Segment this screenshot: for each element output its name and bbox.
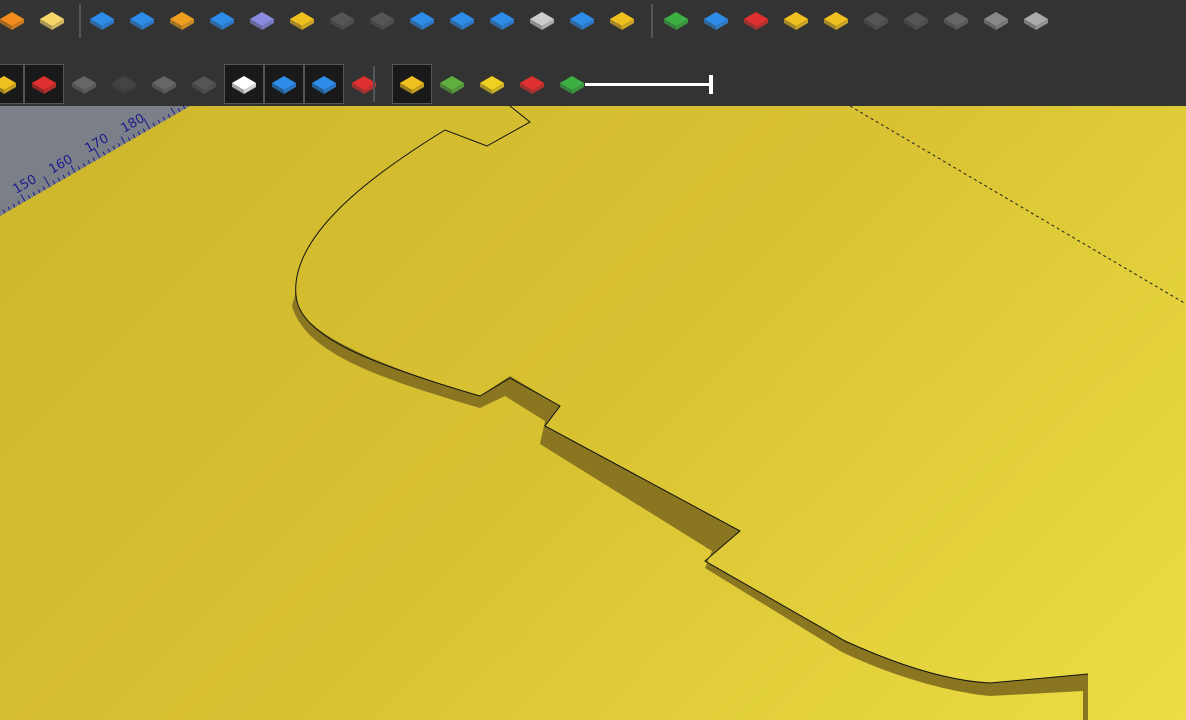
fillet-icon bbox=[410, 12, 434, 30]
hole-icon bbox=[250, 12, 274, 30]
disabled-small-hole-button[interactable] bbox=[366, 4, 398, 36]
slider-handle[interactable] bbox=[709, 75, 713, 94]
layer-red-button[interactable] bbox=[348, 68, 380, 100]
dashed-edge bbox=[849, 106, 1186, 305]
gear-check-button[interactable] bbox=[740, 4, 772, 36]
point-icon bbox=[1024, 12, 1048, 30]
screw-icon bbox=[530, 12, 554, 30]
layer-outline-icon bbox=[312, 76, 336, 94]
layer-stack-icon bbox=[610, 12, 634, 30]
yellow-plate-button[interactable] bbox=[392, 64, 432, 104]
joystick-icon bbox=[192, 76, 216, 94]
transparency-slider[interactable] bbox=[585, 75, 713, 94]
grid-pocket-icon bbox=[170, 12, 194, 30]
clock-page-button[interactable] bbox=[224, 64, 264, 104]
pad-icon bbox=[90, 12, 114, 30]
shapes-icon bbox=[440, 76, 464, 94]
arc-icon bbox=[944, 12, 968, 30]
fillet-button[interactable] bbox=[406, 4, 438, 36]
puzzle-button[interactable] bbox=[68, 68, 100, 100]
pyramid-icon bbox=[520, 76, 544, 94]
mirror-icon bbox=[824, 12, 848, 30]
disabled-hole-icon bbox=[330, 12, 354, 30]
disabled-select-button[interactable] bbox=[860, 4, 892, 36]
loft-icon bbox=[490, 12, 514, 30]
clock-page-icon bbox=[232, 76, 256, 94]
addon-manager-button[interactable] bbox=[0, 4, 28, 36]
box-button[interactable] bbox=[148, 68, 180, 100]
yellow-plate-icon bbox=[400, 76, 424, 94]
toolbar-separator bbox=[79, 4, 81, 38]
arrow-path-icon bbox=[784, 12, 808, 30]
star-search-button[interactable] bbox=[476, 68, 508, 100]
addon-manager-icon bbox=[0, 12, 24, 30]
arrow-path-button[interactable] bbox=[780, 4, 812, 36]
measure-button[interactable] bbox=[700, 4, 732, 36]
revolution-icon bbox=[130, 12, 154, 30]
layers-colored-button[interactable] bbox=[556, 68, 588, 100]
slider-track[interactable] bbox=[585, 83, 709, 86]
disabled-hole-button[interactable] bbox=[326, 4, 358, 36]
joystick-button[interactable] bbox=[188, 68, 220, 100]
axes-button[interactable] bbox=[24, 64, 64, 104]
extrude-up-button[interactable] bbox=[206, 4, 238, 36]
puzzle-icon bbox=[72, 76, 96, 94]
cylinder-icon bbox=[112, 76, 136, 94]
thickness-button[interactable] bbox=[566, 4, 598, 36]
rounded-corner-button[interactable] bbox=[980, 4, 1012, 36]
scene: 150 160 170 180 bbox=[0, 106, 1186, 720]
extruded-wall[interactable] bbox=[292, 291, 1088, 720]
screw-button[interactable] bbox=[526, 4, 558, 36]
loft-button[interactable] bbox=[486, 4, 518, 36]
rounded-corner-icon bbox=[984, 12, 1008, 30]
hole-button[interactable] bbox=[246, 4, 278, 36]
layer-stack-button[interactable] bbox=[606, 4, 638, 36]
grid-pocket-button[interactable] bbox=[166, 4, 198, 36]
extrude-up-icon bbox=[210, 12, 234, 30]
favorite-folder-button[interactable] bbox=[36, 4, 68, 36]
disabled-clock-icon bbox=[904, 12, 928, 30]
sketch-outline[interactable] bbox=[295, 106, 1089, 684]
thickness-icon bbox=[570, 12, 594, 30]
sheet-bend-icon bbox=[450, 12, 474, 30]
star-search-icon bbox=[480, 76, 504, 94]
toolbar-separator bbox=[373, 66, 375, 102]
toolbar-separator bbox=[651, 4, 653, 38]
axes-icon bbox=[32, 76, 56, 94]
gear-check-icon bbox=[744, 12, 768, 30]
sheet-bend-button[interactable] bbox=[446, 4, 478, 36]
toolbar bbox=[0, 0, 1186, 106]
partial-button[interactable] bbox=[0, 64, 24, 104]
add-icon bbox=[664, 12, 688, 30]
pad-button[interactable] bbox=[86, 4, 118, 36]
mirror-button[interactable] bbox=[820, 4, 852, 36]
star-icon bbox=[272, 76, 296, 94]
point-button[interactable] bbox=[1020, 4, 1052, 36]
favorite-folder-icon bbox=[40, 12, 64, 30]
layers-colored-icon bbox=[560, 76, 584, 94]
pin-button[interactable] bbox=[286, 4, 318, 36]
measure-icon bbox=[704, 12, 728, 30]
revolution-button[interactable] bbox=[126, 4, 158, 36]
pyramid-button[interactable] bbox=[516, 68, 548, 100]
arc-button[interactable] bbox=[940, 4, 972, 36]
disabled-select-icon bbox=[864, 12, 888, 30]
shapes-button[interactable] bbox=[436, 68, 468, 100]
partial-icon bbox=[0, 76, 16, 94]
star-button[interactable] bbox=[264, 64, 304, 104]
disabled-clock-button[interactable] bbox=[900, 4, 932, 36]
layer-outline-button[interactable] bbox=[304, 64, 344, 104]
3d-viewport[interactable]: 150 160 170 180 bbox=[0, 106, 1186, 720]
add-button[interactable] bbox=[660, 4, 692, 36]
disabled-small-hole-icon bbox=[370, 12, 394, 30]
cylinder-button[interactable] bbox=[108, 68, 140, 100]
pin-icon bbox=[290, 12, 314, 30]
box-icon bbox=[152, 76, 176, 94]
